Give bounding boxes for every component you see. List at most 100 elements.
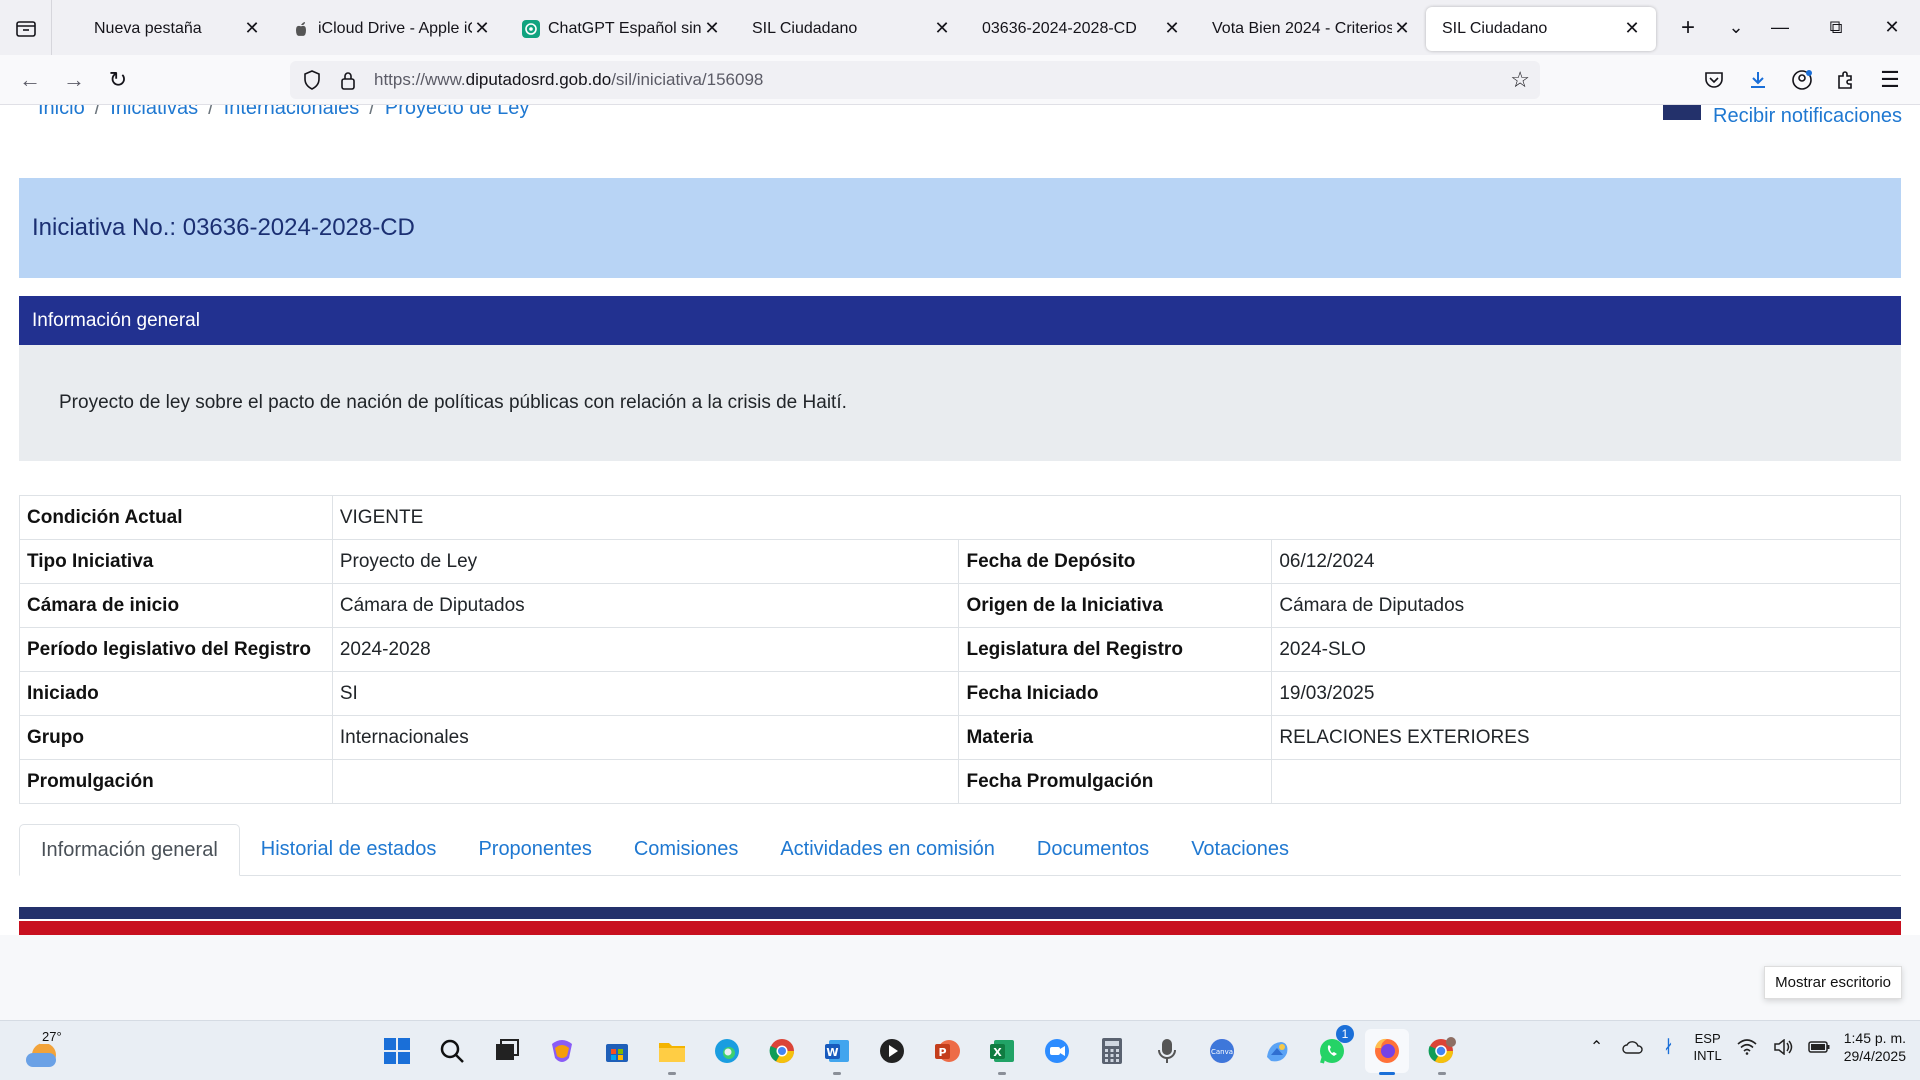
- apple-icon: [292, 20, 310, 38]
- tab-close-icon[interactable]: ✕: [1392, 18, 1412, 39]
- photos-app[interactable]: [1255, 1029, 1299, 1073]
- firefox-app[interactable]: [1365, 1029, 1409, 1075]
- copilot-app[interactable]: [540, 1029, 584, 1073]
- running-indicator: [1379, 1072, 1395, 1075]
- browser-tab[interactable]: ChatGPT Español sin re✕: [506, 7, 736, 51]
- bluetooth-icon[interactable]: ᛅ: [1658, 1036, 1680, 1058]
- field-label: Cámara de inicio: [19, 583, 333, 628]
- browser-tab[interactable]: SIL Ciudadano ✕: [736, 7, 966, 51]
- new-tab-button[interactable]: +: [1664, 6, 1712, 50]
- store-app[interactable]: [595, 1029, 639, 1073]
- tab-close-icon[interactable]: ✕: [1162, 18, 1182, 39]
- folder-icon: [659, 1043, 685, 1062]
- browser-tab[interactable]: iCloud Drive - Apple iC ✕: [276, 7, 506, 51]
- field-label: Tipo Iniciativa: [19, 539, 333, 584]
- show-hidden-icons-button[interactable]: ⌃: [1586, 1036, 1608, 1058]
- hamburger-icon: ☰: [1880, 67, 1900, 92]
- edge-app[interactable]: [705, 1029, 749, 1073]
- detail-tab[interactable]: Proponentes: [457, 823, 612, 875]
- onedrive-icon[interactable]: [1621, 1036, 1644, 1058]
- browser-tab-title: Nueva pestaña: [94, 19, 202, 37]
- minimize-button[interactable]: —: [1752, 0, 1808, 55]
- tab-close-icon[interactable]: ✕: [242, 18, 262, 39]
- voice-recorder-app[interactable]: [1145, 1029, 1189, 1073]
- whatsapp-app[interactable]: 1: [1310, 1025, 1354, 1073]
- page-content: Inicio / Iniciativas / Internacionales /…: [0, 105, 1920, 1020]
- photos-icon: [1267, 1042, 1288, 1062]
- volume-icon[interactable]: [1772, 1036, 1794, 1058]
- detail-tab[interactable]: Información general: [19, 824, 240, 876]
- battery-icon[interactable]: [1807, 1036, 1830, 1058]
- breadcrumb-proyecto-de-ley[interactable]: Proyecto de Ley: [385, 105, 530, 120]
- cloud-icon: [26, 1053, 56, 1067]
- close-icon: ✕: [1884, 17, 1900, 37]
- tab-close-icon[interactable]: ✕: [702, 18, 722, 39]
- svg-text:P: P: [938, 1046, 946, 1059]
- field-label: Fecha Iniciado: [958, 671, 1273, 716]
- forward-button[interactable]: →: [52, 60, 96, 100]
- detail-tab[interactable]: Votaciones: [1170, 823, 1310, 875]
- close-window-button[interactable]: ✕: [1864, 0, 1920, 55]
- field-value: 19/03/2025: [1271, 671, 1901, 716]
- tab-close-icon[interactable]: ✕: [932, 18, 952, 39]
- browser-tab-bar: Nueva pestaña ✕ iCloud Drive - Apple iC ✕ Ch…: [0, 0, 1920, 55]
- wifi-icon[interactable]: [1736, 1036, 1758, 1058]
- notifications-link[interactable]: Recibir notificaciones: [1663, 105, 1902, 128]
- svg-text:W: W: [826, 1046, 838, 1059]
- address-bar[interactable]: https://www.diputadosrd.gob.do/sil/inici…: [290, 61, 1540, 99]
- detail-tab[interactable]: Documentos: [1016, 823, 1170, 875]
- field-value: Cámara de Diputados: [331, 583, 960, 628]
- start-button[interactable]: [375, 1029, 419, 1073]
- tab-close-icon[interactable]: ✕: [1622, 18, 1642, 39]
- footer-red-stripe: [19, 921, 1901, 935]
- canva-app[interactable]: Canva: [1200, 1029, 1244, 1073]
- extensions-button[interactable]: [1824, 60, 1868, 100]
- breadcrumb-inicio[interactable]: Inicio: [38, 105, 85, 120]
- field-value: Proyecto de Ley: [331, 539, 960, 584]
- calculator-app[interactable]: [1090, 1029, 1134, 1073]
- field-value: SI: [331, 671, 960, 716]
- browser-tab[interactable]: Nueva pestaña ✕: [52, 7, 276, 51]
- browser-nav-bar: ← → ↻ https://www.diputadosrd.gob.do/sil…: [0, 55, 1920, 105]
- minimize-icon: —: [1771, 17, 1789, 37]
- tab-close-icon[interactable]: ✕: [472, 18, 492, 39]
- field-value: [1271, 759, 1901, 804]
- search-button[interactable]: [430, 1029, 474, 1073]
- clock[interactable]: 1:45 p. m. 29/4/2025: [1844, 1029, 1906, 1065]
- running-indicator: [998, 1072, 1006, 1075]
- pocket-button[interactable]: [1692, 60, 1736, 100]
- weather-widget[interactable]: 27°: [26, 1029, 64, 1067]
- excel-icon: X: [990, 1040, 1014, 1062]
- account-button[interactable]: [1780, 60, 1824, 100]
- chrome-profile-app[interactable]: [1420, 1029, 1464, 1075]
- detail-tab[interactable]: Comisiones: [613, 823, 759, 875]
- excel-app[interactable]: X: [980, 1029, 1024, 1075]
- browser-tab[interactable]: Vota Bien 2024 - Criterios p ✕: [1196, 7, 1426, 51]
- browser-tab-title: iCloud Drive - Apple iC: [318, 19, 472, 37]
- task-view-button[interactable]: [485, 1029, 529, 1073]
- zoom-app[interactable]: [1035, 1029, 1079, 1073]
- back-button[interactable]: ←: [8, 60, 52, 100]
- breadcrumb-iniciativas[interactable]: Iniciativas: [110, 105, 198, 120]
- bookmark-star-icon[interactable]: ☆: [1510, 67, 1530, 93]
- downloads-button[interactable]: [1736, 60, 1780, 100]
- url-text[interactable]: https://www.diputadosrd.gob.do/sil/inici…: [374, 70, 763, 90]
- language-indicator[interactable]: ESP INTL: [1694, 1030, 1722, 1064]
- tab-list-button[interactable]: [0, 0, 52, 55]
- browser-tab[interactable]: 03636-2024-2028-CD ✕: [966, 7, 1196, 51]
- chrome-app[interactable]: [760, 1029, 804, 1073]
- powerpoint-app[interactable]: P: [925, 1029, 969, 1073]
- file-explorer-app[interactable]: [650, 1029, 694, 1075]
- field-label: Legislatura del Registro: [958, 627, 1273, 672]
- browser-tab[interactable]: SIL Ciudadano ✕: [1426, 6, 1656, 51]
- media-player-app[interactable]: [870, 1029, 914, 1073]
- detail-tab[interactable]: Actividades en comisión: [759, 823, 1016, 875]
- menu-button[interactable]: ☰: [1868, 60, 1912, 100]
- reload-button[interactable]: ↻: [96, 60, 140, 100]
- breadcrumb-internacionales[interactable]: Internacionales: [224, 105, 360, 120]
- calculator-icon: [1102, 1038, 1122, 1064]
- detail-tab[interactable]: Historial de estados: [240, 823, 458, 875]
- running-indicator: [833, 1072, 841, 1075]
- word-app[interactable]: W: [815, 1029, 859, 1075]
- restore-button[interactable]: ⧉: [1808, 0, 1864, 55]
